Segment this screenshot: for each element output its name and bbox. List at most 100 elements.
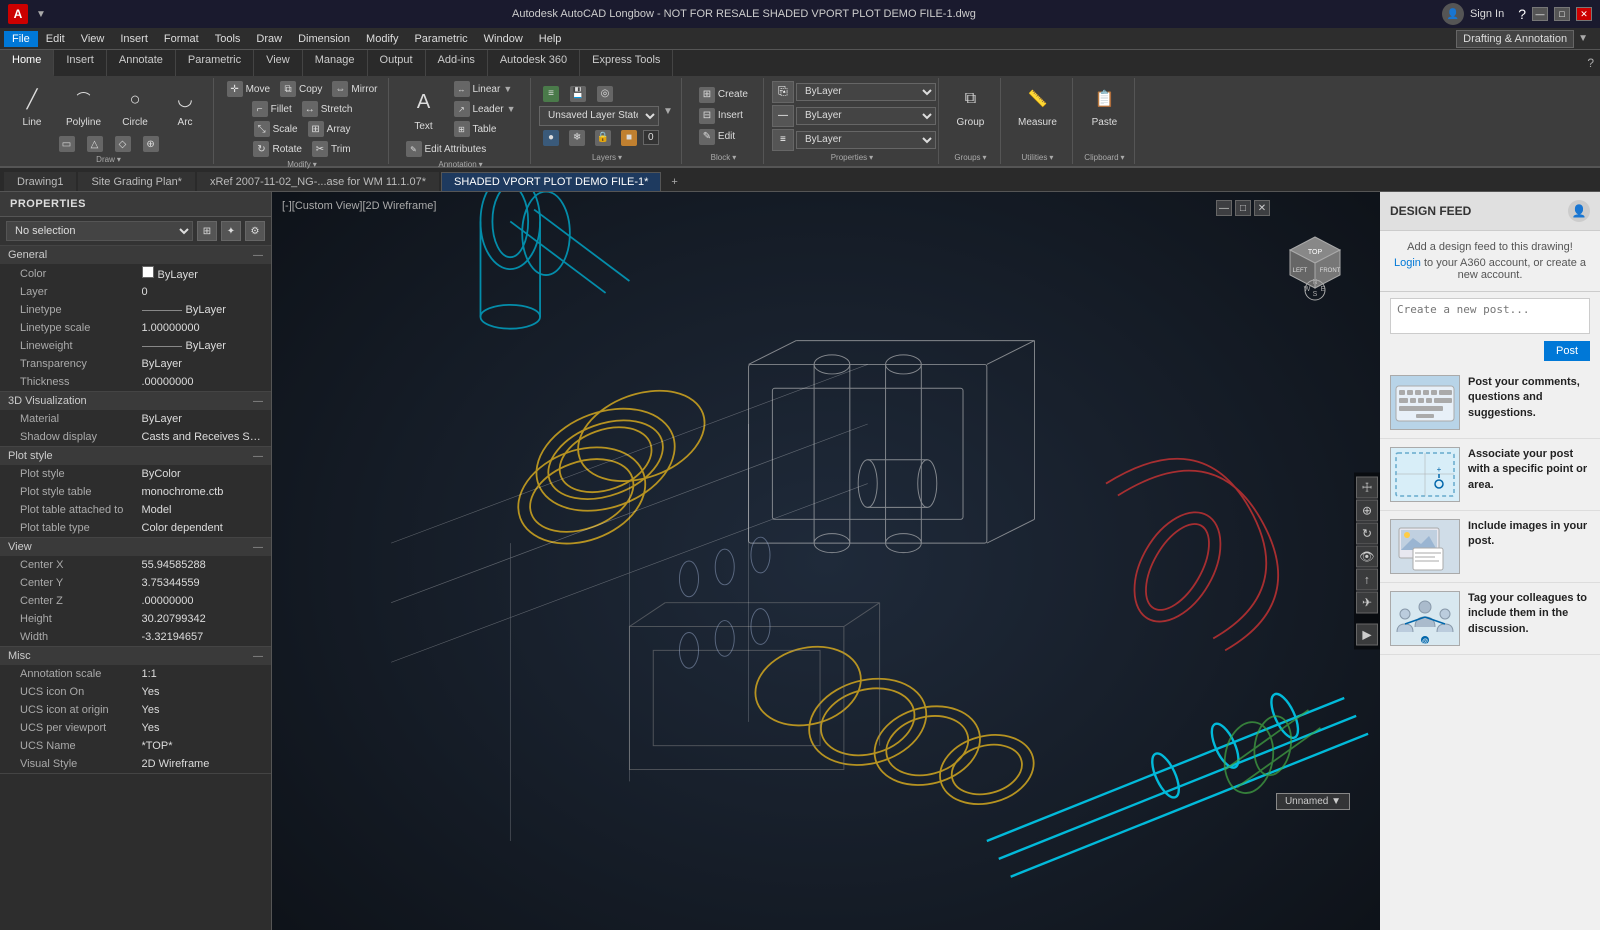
properties-group-label[interactable]: Properties▾ xyxy=(831,153,873,162)
menu-draw[interactable]: Draw xyxy=(248,31,290,47)
block-group-label[interactable]: Block▾ xyxy=(711,153,737,162)
navigation-cube[interactable]: TOP LEFT FRONT N S W E xyxy=(1270,212,1360,302)
tab-annotate[interactable]: Annotate xyxy=(107,50,176,76)
linear-button[interactable]: ↔Linear▼ xyxy=(450,80,520,98)
tab-insert[interactable]: Insert xyxy=(54,50,107,76)
layer-lock[interactable]: 🔒 xyxy=(591,129,615,147)
tab-output[interactable]: Output xyxy=(368,50,426,76)
menu-window[interactable]: Window xyxy=(476,31,531,47)
general-collapse[interactable]: — xyxy=(253,250,263,261)
tab-drawing1[interactable]: Drawing1 xyxy=(4,172,76,191)
groups-group-label[interactable]: Groups▾ xyxy=(954,153,986,162)
layer-num[interactable]: 0 xyxy=(643,130,659,145)
layer-isolate-button[interactable]: ◎ xyxy=(593,85,617,103)
menu-insert[interactable]: Insert xyxy=(112,31,156,47)
minimize-button[interactable]: — xyxy=(1532,7,1548,21)
measure-button[interactable]: 📏 Measure xyxy=(1012,80,1063,131)
post-textarea[interactable] xyxy=(1390,298,1590,334)
unnamed-dropdown[interactable]: Unnamed ▼ xyxy=(1276,793,1350,810)
copy-button[interactable]: ⧉Copy xyxy=(276,80,326,98)
title-menu-icon[interactable]: ▼ xyxy=(36,9,46,20)
menu-view[interactable]: View xyxy=(73,31,113,47)
tab-addins[interactable]: Add-ins xyxy=(426,50,488,76)
layer-visibility[interactable]: ● xyxy=(539,129,563,147)
maximize-button[interactable]: □ xyxy=(1554,7,1570,21)
line-button[interactable]: ╱ Line xyxy=(10,80,54,131)
linetype-btn[interactable]: — xyxy=(772,105,794,127)
menu-edit[interactable]: Edit xyxy=(38,31,73,47)
layer-state-dropdown-btn[interactable]: ▼ xyxy=(661,106,675,126)
insert-block-button[interactable]: ⊟Insert xyxy=(695,107,747,125)
plot-section-header[interactable]: Plot style — xyxy=(0,447,271,465)
viewport-close[interactable]: ✕ xyxy=(1254,200,1270,216)
viewport-restore[interactable]: □ xyxy=(1235,200,1251,216)
sign-in-label[interactable]: Sign In xyxy=(1470,8,1504,20)
selection-dropdown[interactable]: No selection xyxy=(6,221,193,241)
view-collapse[interactable]: — xyxy=(253,542,263,553)
login-link[interactable]: Login xyxy=(1394,257,1421,269)
tab-parametric[interactable]: Parametric xyxy=(176,50,254,76)
layer-state-button[interactable]: 💾 xyxy=(566,85,590,103)
clipboard-group-label[interactable]: Clipboard▾ xyxy=(1084,153,1124,162)
layers-group-label[interactable]: Layers▾ xyxy=(592,153,622,162)
tab-shaded-vport[interactable]: SHADED VPORT PLOT DEMO FILE-1* xyxy=(441,172,661,191)
leader-button[interactable]: ↗Leader▼ xyxy=(450,100,520,118)
rotate-button[interactable]: ↻Rotate xyxy=(249,140,305,158)
layers-panel-button[interactable]: ≡ xyxy=(539,85,563,103)
misc-section-header[interactable]: Misc — xyxy=(0,647,271,665)
user-icon[interactable]: 👤 xyxy=(1442,3,1464,25)
general-section-header[interactable]: General — xyxy=(0,246,271,264)
menu-parametric[interactable]: Parametric xyxy=(406,31,475,47)
trim-button[interactable]: ✂Trim xyxy=(308,140,355,158)
visualization-section-header[interactable]: 3D Visualization — xyxy=(0,392,271,410)
scale-button[interactable]: ⤡Scale xyxy=(250,120,302,138)
tab-add-button[interactable]: + xyxy=(663,173,685,191)
ribbon-help-icon[interactable]: ? xyxy=(1587,56,1594,70)
paste-button[interactable]: 📋 Paste xyxy=(1082,80,1126,131)
pan-button[interactable]: ☩ xyxy=(1356,477,1378,499)
menu-file[interactable]: File xyxy=(4,31,38,47)
layer-state-selector[interactable]: Unsaved Layer State xyxy=(539,106,659,126)
menu-format[interactable]: Format xyxy=(156,31,207,47)
tab-view[interactable]: View xyxy=(254,50,303,76)
workspace-selector[interactable]: Drafting & Annotation xyxy=(1456,30,1574,48)
visualization-collapse[interactable]: — xyxy=(253,396,263,407)
menu-tools[interactable]: Tools xyxy=(207,31,249,47)
array-button[interactable]: ⊞Array xyxy=(304,120,355,138)
draw-extra-3[interactable]: ◇ xyxy=(111,135,135,153)
post-button[interactable]: Post xyxy=(1544,341,1590,361)
stretch-button[interactable]: ↔Stretch xyxy=(298,100,357,118)
zoom-button[interactable]: ⊕ xyxy=(1356,500,1378,522)
close-button[interactable]: ✕ xyxy=(1576,7,1592,21)
edit-block-button[interactable]: ✎Edit xyxy=(695,128,739,146)
properties-select-all-btn[interactable]: ✦ xyxy=(221,221,241,241)
lineweight-selector[interactable]: ByLayer xyxy=(796,131,936,149)
arc-button[interactable]: ◡ Arc xyxy=(163,80,207,131)
tab-express[interactable]: Express Tools xyxy=(580,50,673,76)
layer-color[interactable]: ■ xyxy=(617,129,641,147)
draw-extra-4[interactable]: ⊕ xyxy=(139,135,163,153)
circle-button[interactable]: ○ Circle xyxy=(113,80,157,131)
color-selector[interactable]: ByLayer xyxy=(796,83,936,101)
tab-xref[interactable]: xRef 2007-11-02_NG-...ase for WM 11.1.07… xyxy=(197,172,439,191)
menu-help[interactable]: Help xyxy=(531,31,570,47)
fly-button[interactable]: ✈ xyxy=(1356,592,1378,614)
viewport-minimize[interactable]: — xyxy=(1216,200,1232,216)
orbit-button[interactable]: ↻ xyxy=(1356,523,1378,545)
show-motion-button[interactable]: ▶ xyxy=(1356,624,1378,646)
tab-manage[interactable]: Manage xyxy=(303,50,368,76)
layer-freeze[interactable]: ❄ xyxy=(565,129,589,147)
draw-extra-1[interactable]: ▭ xyxy=(55,135,79,153)
tab-home[interactable]: Home xyxy=(0,50,54,76)
properties-settings-btn[interactable]: ⚙ xyxy=(245,221,265,241)
edit-attributes-button[interactable]: ✎Edit Attributes xyxy=(402,140,491,158)
move-button[interactable]: ✛Move xyxy=(223,80,274,98)
annotation-group-label[interactable]: Annotation▾ xyxy=(438,160,482,169)
modify-group-label[interactable]: Modify▾ xyxy=(287,160,317,169)
utilities-group-label[interactable]: Utilities▾ xyxy=(1022,153,1054,162)
tab-a360[interactable]: Autodesk 360 xyxy=(488,50,580,76)
viewport[interactable]: [-][Custom View][2D Wireframe] xyxy=(272,192,1380,930)
lineweight-btn[interactable]: ≡ xyxy=(772,129,794,151)
linetype-selector[interactable]: ByLayer xyxy=(796,107,936,125)
look-button[interactable]: 👁 xyxy=(1356,546,1378,568)
